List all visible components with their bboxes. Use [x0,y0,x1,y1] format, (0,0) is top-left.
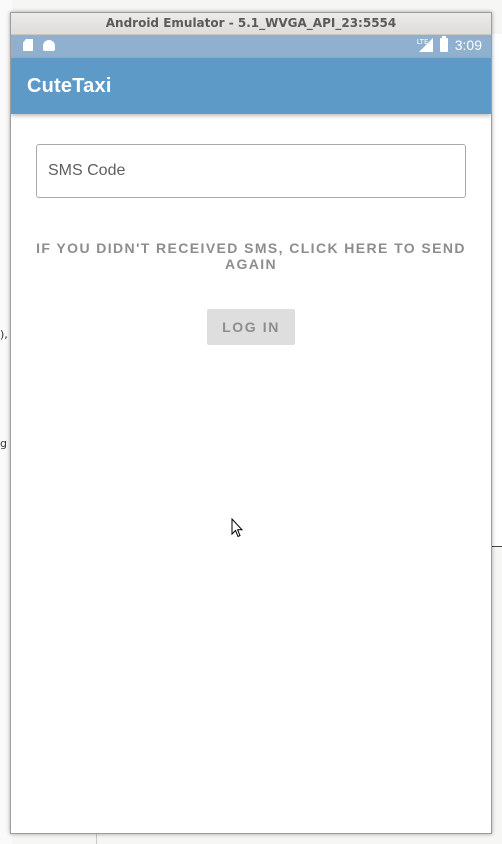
login-button[interactable]: LOG IN [207,309,295,345]
sms-code-input[interactable] [37,145,465,197]
mouse-pointer-icon [231,518,243,538]
sms-code-field[interactable] [36,144,466,198]
android-debug-icon [43,39,55,51]
sd-card-icon [23,39,33,51]
status-system-icons: LTE 3:09 [417,36,482,53]
signal-icon: LTE [417,38,433,52]
resend-sms-link[interactable]: IF YOU DIDN'T RECEIVED SMS, CLICK HERE T… [36,240,466,272]
status-clock: 3:09 [454,37,482,53]
emulator-window: Android Emulator - 5.1_WVGA_API_23:5554 … [10,12,492,834]
window-title: Android Emulator - 5.1_WVGA_API_23:5554 [105,16,397,30]
app-title: CuteTaxi [27,75,112,97]
battery-charging-icon [439,36,448,52]
desktop: ), g Android Emulator - 5.1_WVGA_API_23:… [0,0,502,844]
app-toolbar: CuteTaxi [11,58,491,114]
background-text-fragment: ), [0,328,8,341]
signal-strength-icon [418,38,433,52]
status-notifications [23,39,55,51]
window-titlebar[interactable]: Android Emulator - 5.1_WVGA_API_23:5554 [11,13,491,35]
background-text-fragment: g [0,437,7,450]
android-status-bar: LTE 3:09 [11,35,491,58]
login-form: IF YOU DIDN'T RECEIVED SMS, CLICK HERE T… [11,114,491,814]
